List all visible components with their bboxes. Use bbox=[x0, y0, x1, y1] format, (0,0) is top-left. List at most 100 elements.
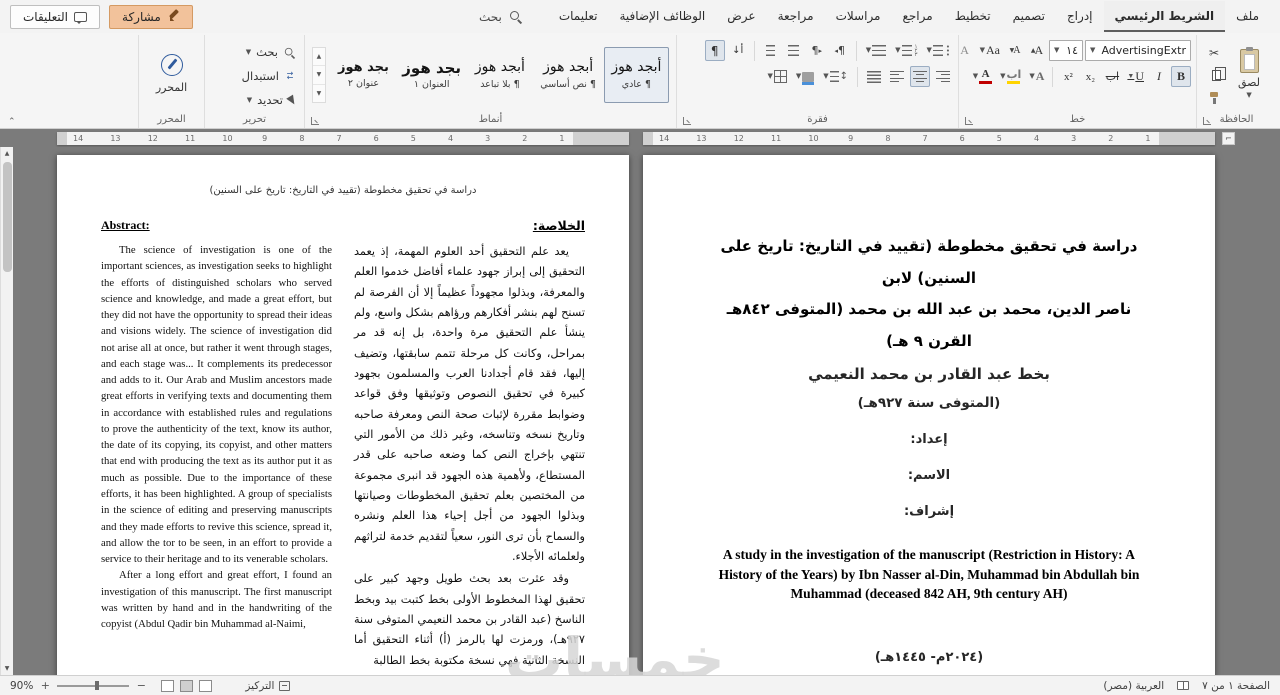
styles-gallery-scrollbar[interactable]: ▲ ▼ ▼ bbox=[311, 47, 326, 103]
align-right-button[interactable] bbox=[933, 66, 953, 87]
document-page-2[interactable]: دراسة في تحقيق مخطوطة (تقييد في التاريخ:… bbox=[57, 155, 629, 675]
tab-addins[interactable]: الوظائف الإضافية bbox=[608, 1, 716, 32]
highlight-color-button[interactable]: اب ▼ bbox=[997, 66, 1024, 87]
tab-file[interactable]: ملف bbox=[1225, 1, 1270, 32]
align-center-button[interactable] bbox=[910, 66, 930, 87]
replace-button[interactable]: → ← استبدال bbox=[239, 65, 299, 87]
tab-home[interactable]: الشريط الرئيسي bbox=[1103, 1, 1226, 32]
bold-button[interactable]: B bbox=[1171, 66, 1191, 87]
zoom-slider-thumb[interactable] bbox=[94, 681, 99, 690]
justify-icon bbox=[867, 70, 881, 83]
copy-button[interactable] bbox=[1203, 65, 1226, 86]
ruler-page-1[interactable]: 14 13 12 11 10 9 8 7 6 5 4 3 2 1 bbox=[643, 132, 1215, 145]
ruler-number: 4 bbox=[447, 134, 454, 143]
strikethrough-button[interactable]: اب bbox=[1102, 66, 1122, 87]
italic-button[interactable]: I bbox=[1149, 66, 1169, 87]
cut-button[interactable]: ✂ bbox=[1203, 42, 1225, 63]
editor-button[interactable]: المحرر bbox=[145, 37, 199, 111]
shading-button[interactable]: ▼ bbox=[793, 66, 817, 87]
web-layout-view-button[interactable] bbox=[161, 679, 175, 692]
ribbon-search[interactable]: بحث bbox=[479, 10, 522, 24]
paste-label: لصق bbox=[1237, 76, 1261, 89]
style-label: ¶ بلا تباعد bbox=[480, 78, 520, 90]
multilevel-list-button[interactable]: ▼ bbox=[863, 40, 889, 61]
tab-view[interactable]: عرض bbox=[716, 1, 766, 32]
styles-dialog-launcher[interactable] bbox=[311, 117, 319, 125]
style-body-text[interactable]: أبجد هوز ¶ نص أساسي bbox=[536, 47, 601, 103]
bullets-button[interactable]: • • • ▼ bbox=[923, 40, 953, 61]
zoom-out-button[interactable]: − bbox=[136, 680, 146, 691]
select-button[interactable]: تحديد ▼ bbox=[244, 89, 299, 111]
tab-review[interactable]: مراجعة bbox=[767, 1, 825, 32]
style-normal[interactable]: أبجد هوز ¶ عادي bbox=[603, 47, 669, 103]
ruler-page-2[interactable]: 14 13 12 11 10 9 8 7 6 5 4 3 2 1 bbox=[57, 132, 629, 145]
font-color-button[interactable]: A ▼ bbox=[970, 66, 995, 87]
clipboard-icon bbox=[1239, 47, 1259, 73]
format-painter-button[interactable] bbox=[1203, 88, 1225, 109]
change-case-button[interactable]: Aa ▼ bbox=[977, 40, 1003, 61]
grow-font-button[interactable]: A ▲ bbox=[1027, 40, 1047, 61]
gallery-down-icon[interactable]: ▼ bbox=[312, 66, 325, 85]
ruler-number: 8 bbox=[299, 134, 305, 143]
show-formatting-marks-button[interactable]: ¶ bbox=[704, 40, 725, 61]
increase-indent-button[interactable] bbox=[761, 40, 781, 61]
underline-button[interactable]: U ▼ bbox=[1124, 66, 1147, 87]
scroll-up-icon[interactable]: ▲ bbox=[5, 147, 10, 160]
align-left-button[interactable] bbox=[887, 66, 907, 87]
shrink-font-button[interactable]: A ▼ bbox=[1005, 40, 1025, 61]
page-indicator[interactable]: الصفحة ١ من ٧ bbox=[1202, 680, 1270, 692]
font-dialog-launcher[interactable] bbox=[965, 117, 973, 125]
ribbon-tab-bar: ملف الشريط الرئيسي إدراج تصميم تخطيط مرا… bbox=[0, 0, 1280, 33]
scrollbar-thumb[interactable] bbox=[2, 162, 12, 272]
tab-help[interactable]: تعليمات bbox=[548, 1, 609, 32]
print-layout-view-button[interactable] bbox=[180, 679, 194, 692]
separator bbox=[753, 40, 755, 61]
numbering-button[interactable]: ١ ٢ ٣ ▼ bbox=[892, 40, 920, 61]
tab-references[interactable]: مراجع bbox=[892, 1, 944, 32]
vertical-scrollbar[interactable]: ▲ ▼ bbox=[0, 147, 13, 675]
borders-button[interactable]: ▼ bbox=[764, 66, 789, 87]
font-name-select[interactable]: AdvertisingExtr ▼ bbox=[1085, 40, 1191, 61]
paste-button[interactable]: لصق ▼ bbox=[1228, 37, 1270, 111]
decrease-indent-button[interactable] bbox=[784, 40, 804, 61]
zoom-in-button[interactable]: + bbox=[40, 680, 50, 691]
scroll-down-icon[interactable]: ▼ bbox=[5, 662, 10, 675]
tab-layout[interactable]: تخطيط bbox=[944, 1, 1002, 32]
tab-insert[interactable]: إدراج bbox=[1056, 1, 1104, 32]
proofing-icon[interactable] bbox=[1177, 681, 1190, 690]
collapse-ribbon-button[interactable]: ⌃ bbox=[8, 117, 16, 127]
document-page-1[interactable]: دراسة في تحقيق مخطوطة (تقييد في التاريخ:… bbox=[643, 155, 1215, 675]
style-heading-2[interactable]: بجد هوز عنوان ٢ bbox=[331, 47, 396, 103]
clipboard-dialog-launcher[interactable] bbox=[1203, 117, 1211, 125]
tab-design[interactable]: تصميم bbox=[1002, 1, 1056, 32]
read-mode-view-button[interactable] bbox=[199, 679, 213, 692]
focus-button[interactable]: التركيز bbox=[245, 680, 291, 692]
line-spacing-button[interactable]: ↕ ▼ bbox=[820, 66, 851, 87]
ltr-text-direction-button[interactable]: ▸ ¶ bbox=[807, 40, 827, 61]
ruler-margin-zone bbox=[573, 132, 629, 145]
text-effects-button[interactable]: A ▼ bbox=[1026, 66, 1047, 87]
rtl-text-direction-button[interactable]: ¶ ◂ bbox=[830, 40, 850, 61]
subscript-button[interactable]: x₂ bbox=[1080, 66, 1100, 87]
share-button[interactable]: مشاركة bbox=[109, 4, 193, 29]
select-label: تحديد bbox=[257, 93, 283, 107]
find-button[interactable]: بحث ▼ bbox=[243, 41, 299, 63]
superscript-button[interactable]: x² bbox=[1058, 66, 1078, 87]
style-heading-1[interactable]: بجد هوز العنوان ١ bbox=[399, 47, 464, 103]
language-indicator[interactable]: العربية (مصر) bbox=[1103, 680, 1164, 692]
zoom-slider[interactable] bbox=[57, 681, 130, 690]
gallery-expand-icon[interactable]: ▼ bbox=[313, 85, 325, 102]
abstract-english-column: Abstract: The science of investigation i… bbox=[101, 218, 332, 671]
style-no-spacing[interactable]: أبجد هوز ¶ بلا تباعد bbox=[467, 47, 532, 103]
comments-button[interactable]: التعليقات bbox=[10, 4, 101, 29]
tab-stop-selector[interactable]: ⌐ bbox=[1222, 132, 1235, 145]
font-size-select[interactable]: ١٤ ▼ bbox=[1049, 40, 1083, 61]
gallery-up-icon[interactable]: ▲ bbox=[312, 48, 325, 67]
justify-button[interactable] bbox=[864, 66, 884, 87]
sort-button[interactable]: أ↓ bbox=[728, 40, 748, 61]
clipboard-group: لصق ▼ ✂ الحافظة bbox=[1196, 35, 1276, 128]
tab-mailings[interactable]: مراسلات bbox=[825, 1, 892, 32]
style-label: ¶ نص أساسي bbox=[540, 78, 597, 90]
zoom-level[interactable]: 90% bbox=[10, 680, 33, 692]
paragraph-dialog-launcher[interactable] bbox=[683, 117, 691, 125]
